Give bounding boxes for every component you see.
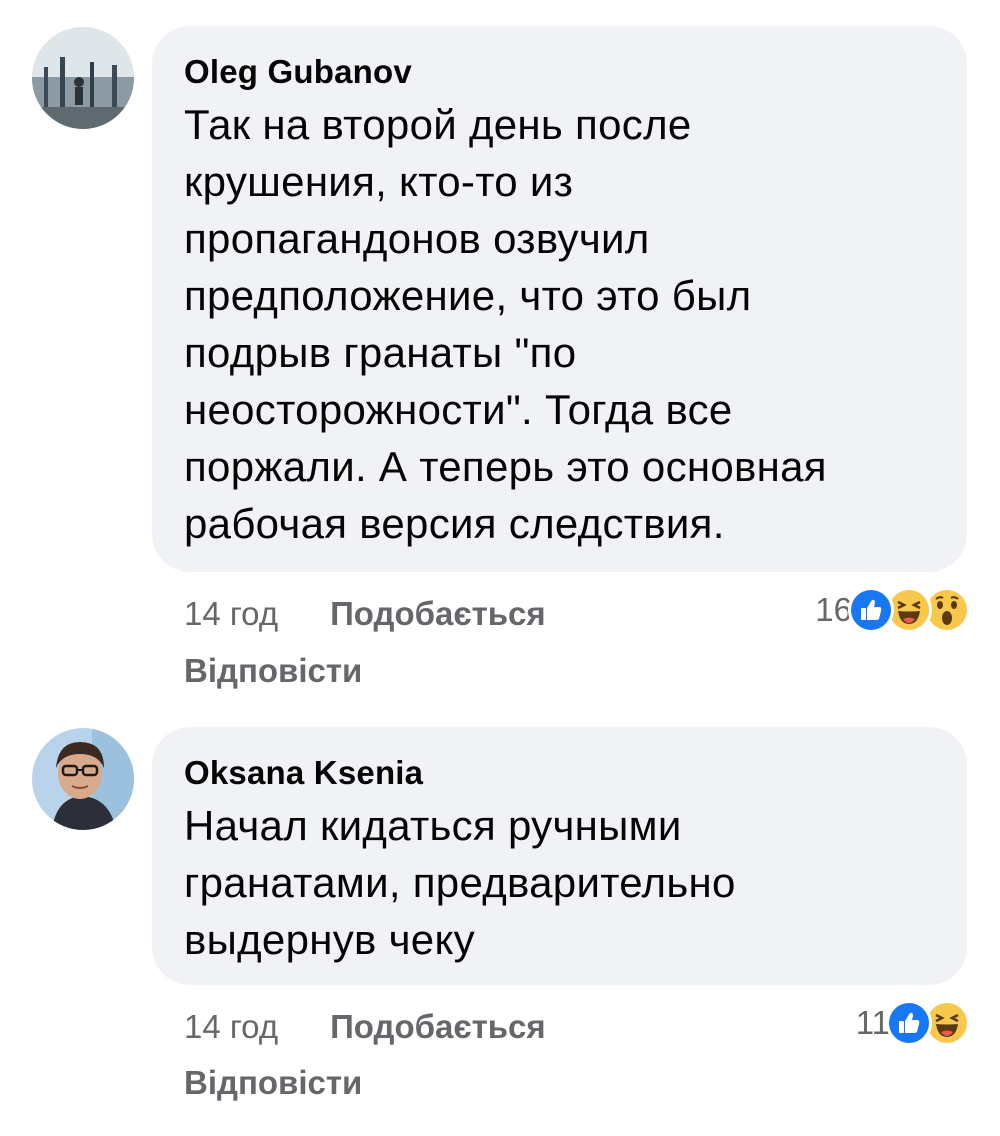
comment-author[interactable]: Oleg Gubanov (184, 52, 937, 92)
like-button[interactable]: Подобається (330, 594, 546, 634)
comment-bubble: Oleg Gubanov Так на второй день после кр… (152, 26, 967, 572)
comment-text: Так на второй день после крушения, кто-т… (184, 101, 827, 547)
reactions-summary[interactable]: 11 (855, 1000, 970, 1046)
reaction-count: 16 (815, 591, 852, 628)
avatar[interactable] (32, 27, 134, 129)
avatar[interactable] (32, 728, 134, 830)
comment-meta: 14 год Подобається (184, 1007, 546, 1047)
reply-button[interactable]: Відповісти (184, 651, 362, 691)
like-icon (848, 587, 894, 633)
comment-timestamp[interactable]: 14 год (184, 594, 278, 634)
like-button[interactable]: Подобається (330, 1007, 546, 1047)
comment-text: Начал кидаться ручными гранатами, предва… (184, 802, 736, 963)
comment-meta: 14 год Подобається (184, 594, 546, 634)
comment-bubble: Oksana Ksenia Начал кидаться ручными гра… (152, 727, 967, 985)
like-icon (886, 1000, 932, 1046)
reply-button[interactable]: Відповісти (184, 1063, 362, 1103)
reactions-summary[interactable]: 16 (815, 587, 970, 633)
comment-author[interactable]: Oksana Ksenia (184, 753, 937, 793)
reaction-count: 11 (855, 1004, 890, 1041)
comment-timestamp[interactable]: 14 год (184, 1007, 278, 1047)
